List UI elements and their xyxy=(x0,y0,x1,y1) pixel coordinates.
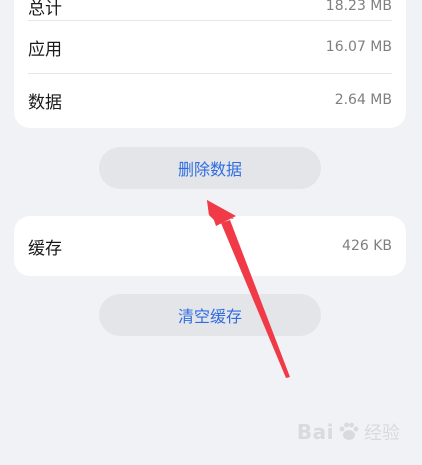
storage-usage-card: 总计 18.23 MB 应用 16.07 MB 数据 2.64 MB xyxy=(14,0,406,128)
watermark-brand: Bai xyxy=(296,420,334,444)
total-label: 总计 xyxy=(28,0,62,19)
cache-card: 缓存 426 KB xyxy=(14,216,406,276)
paw-logo-icon xyxy=(339,422,359,440)
cache-row: 缓存 426 KB xyxy=(14,216,406,276)
clear-cache-button[interactable]: 清空缓存 xyxy=(99,294,321,336)
data-size-label: 数据 xyxy=(28,92,62,113)
delete-data-button[interactable]: 删除数据 xyxy=(99,147,321,189)
app-size-value: 16.07 MB xyxy=(325,39,392,55)
data-size-value: 2.64 MB xyxy=(334,92,392,108)
total-value: 18.23 MB xyxy=(325,0,392,14)
baidu-jingyan-watermark: Bai 经验 xyxy=(297,419,400,445)
cache-value: 426 KB xyxy=(342,238,392,254)
app-size-row: 应用 16.07 MB xyxy=(14,21,406,73)
app-size-label: 应用 xyxy=(28,39,62,60)
data-size-row: 数据 2.64 MB xyxy=(14,74,406,126)
watermark-suffix: 经验 xyxy=(364,423,400,444)
cache-label: 缓存 xyxy=(28,238,62,259)
